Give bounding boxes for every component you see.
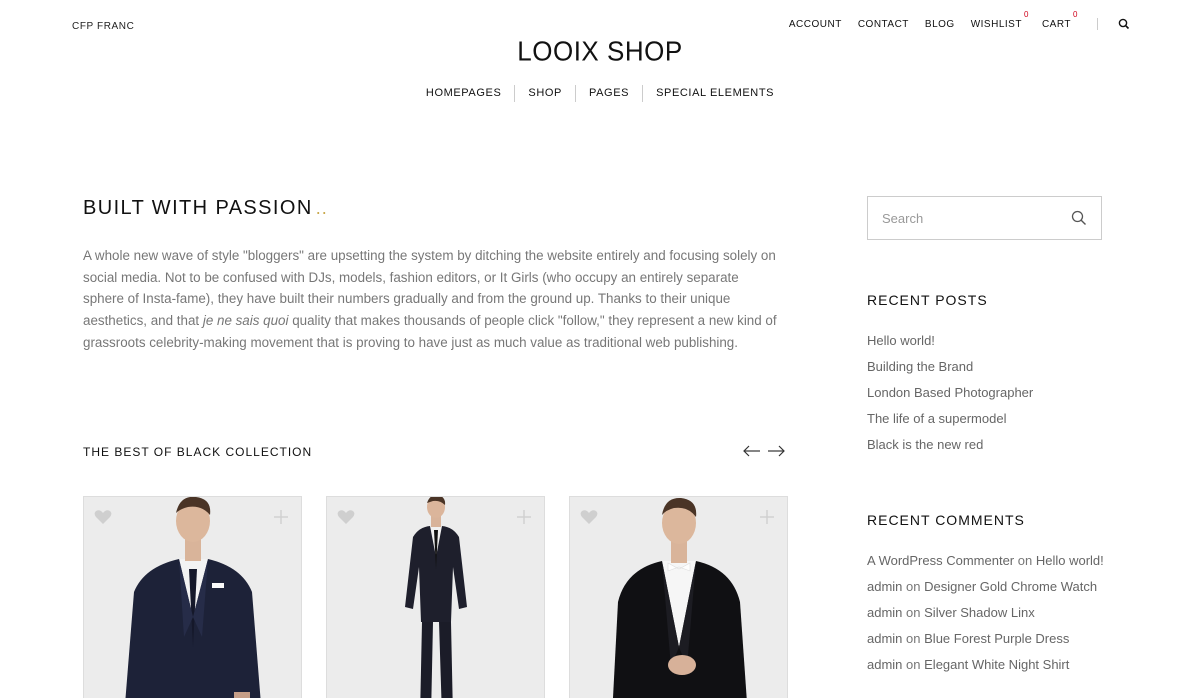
account-link[interactable]: ACCOUNT <box>789 19 842 30</box>
intro-paragraph: A whole new wave of style "bloggers" are… <box>83 245 783 354</box>
nav-shop[interactable]: SHOP <box>514 85 575 102</box>
product-card[interactable] <box>326 496 545 698</box>
collection-title: THE BEST OF BLACK COLLECTION <box>83 445 313 459</box>
heart-icon[interactable] <box>94 509 112 525</box>
cart-link[interactable]: CART 0 <box>1041 10 1078 30</box>
comment-item: admin on Silver Shadow Linx <box>867 603 1104 629</box>
heart-icon[interactable] <box>337 509 355 525</box>
headline-dots: .. <box>315 198 328 218</box>
comment-post-link[interactable]: Elegant White Night Shirt <box>924 657 1069 672</box>
recent-post-link[interactable]: Hello world! <box>867 331 1033 357</box>
comment-author-link[interactable]: A WordPress Commenter <box>867 553 1014 568</box>
comment-post-link[interactable]: Designer Gold Chrome Watch <box>924 579 1097 594</box>
main-nav: HOMEPAGES SHOP PAGES SPECIAL ELEMENTS <box>0 85 1200 102</box>
search-icon[interactable] <box>1071 210 1087 226</box>
carousel-arrows <box>743 444 791 458</box>
section-headline: BUILT WITH PASSION.. <box>83 197 328 220</box>
comment-post-link[interactable]: Blue Forest Purple Dress <box>924 631 1069 646</box>
nav-special-elements[interactable]: SPECIAL ELEMENTS <box>642 85 787 102</box>
comment-on-text: on <box>906 579 921 594</box>
product-carousel <box>83 496 788 698</box>
recent-post-link[interactable]: London Based Photographer <box>867 383 1033 409</box>
comment-item: admin on Blue Forest Purple Dress <box>867 629 1104 655</box>
sidebar-search <box>867 196 1102 240</box>
recent-posts-list: Hello world! Building the Brand London B… <box>867 331 1033 461</box>
plus-icon[interactable] <box>516 509 532 525</box>
arrow-left-icon[interactable] <box>743 444 761 458</box>
comment-author-link[interactable]: admin <box>867 631 902 646</box>
contact-link[interactable]: CONTACT <box>858 19 909 30</box>
headline-text: BUILT WITH PASSION <box>83 197 313 219</box>
product-image <box>570 497 787 698</box>
contact-label: CONTACT <box>857 18 909 30</box>
comment-on-text: on <box>906 605 921 620</box>
intro-italic: je ne sais quoi <box>202 313 289 329</box>
top-nav: ACCOUNT CONTACT BLOG WISHLIST 0 CART 0 <box>773 10 1130 30</box>
comment-post-link[interactable]: Hello world! <box>1036 553 1104 568</box>
site-logo[interactable]: LOOIX SHOP <box>0 35 1200 68</box>
plus-icon[interactable] <box>759 509 775 525</box>
comment-author-link[interactable]: admin <box>867 579 902 594</box>
cart-count-badge: 0 <box>1073 9 1078 19</box>
product-card[interactable] <box>83 496 302 698</box>
comment-author-link[interactable]: admin <box>867 605 902 620</box>
comment-item: A WordPress Commenter on Hello world! <box>867 551 1104 577</box>
currency-switcher[interactable]: CFP FRANC <box>72 21 134 32</box>
recent-post-link[interactable]: Building the Brand <box>867 357 1033 383</box>
product-image <box>327 497 544 698</box>
recent-post-link[interactable]: The life of a supermodel <box>867 409 1033 435</box>
cart-label: CART <box>1041 18 1071 30</box>
comment-post-link[interactable]: Silver Shadow Linx <box>924 605 1035 620</box>
heart-icon[interactable] <box>580 509 598 525</box>
nav-divider <box>1097 18 1098 30</box>
comment-item: admin on Designer Gold Chrome Watch <box>867 577 1104 603</box>
nav-pages[interactable]: PAGES <box>574 85 642 102</box>
comment-item: admin on Elegant White Night Shirt <box>867 655 1104 681</box>
nav-homepages[interactable]: HOMEPAGES <box>413 85 515 102</box>
arrow-right-icon[interactable] <box>767 444 785 458</box>
recent-post-link[interactable]: Black is the new red <box>867 435 1033 461</box>
product-image <box>84 497 301 698</box>
comment-on-text: on <box>906 631 921 646</box>
recent-comments-title: RECENT COMMENTS <box>867 512 1025 528</box>
product-card[interactable] <box>569 496 788 698</box>
search-input[interactable] <box>868 197 1058 239</box>
wishlist-count-badge: 0 <box>1024 9 1029 19</box>
recent-comments-list: A WordPress Commenter on Hello world! ad… <box>867 551 1104 681</box>
search-icon[interactable] <box>1118 18 1130 30</box>
comment-on-text: on <box>1017 553 1033 568</box>
recent-posts-title: RECENT POSTS <box>867 292 988 308</box>
wishlist-link[interactable]: WISHLIST 0 <box>970 10 1029 30</box>
wishlist-label: WISHLIST <box>970 18 1022 30</box>
account-label: ACCOUNT <box>788 18 842 30</box>
blog-label: BLOG <box>924 18 955 30</box>
comment-on-text: on <box>906 657 921 672</box>
plus-icon[interactable] <box>273 509 289 525</box>
comment-author-link[interactable]: admin <box>867 657 902 672</box>
blog-link[interactable]: BLOG <box>925 19 955 30</box>
